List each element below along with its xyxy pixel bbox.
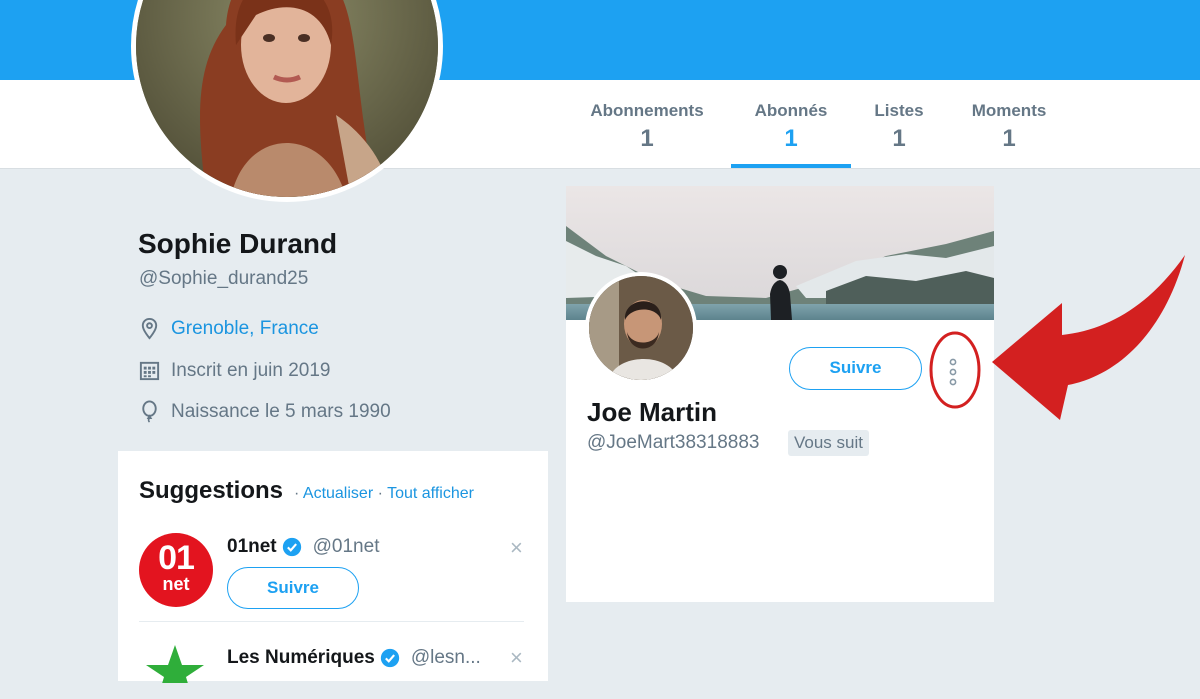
annotation-arrow bbox=[992, 255, 1185, 420]
annotation-overlay bbox=[929, 255, 1185, 420]
highlight-circle bbox=[929, 331, 981, 409]
